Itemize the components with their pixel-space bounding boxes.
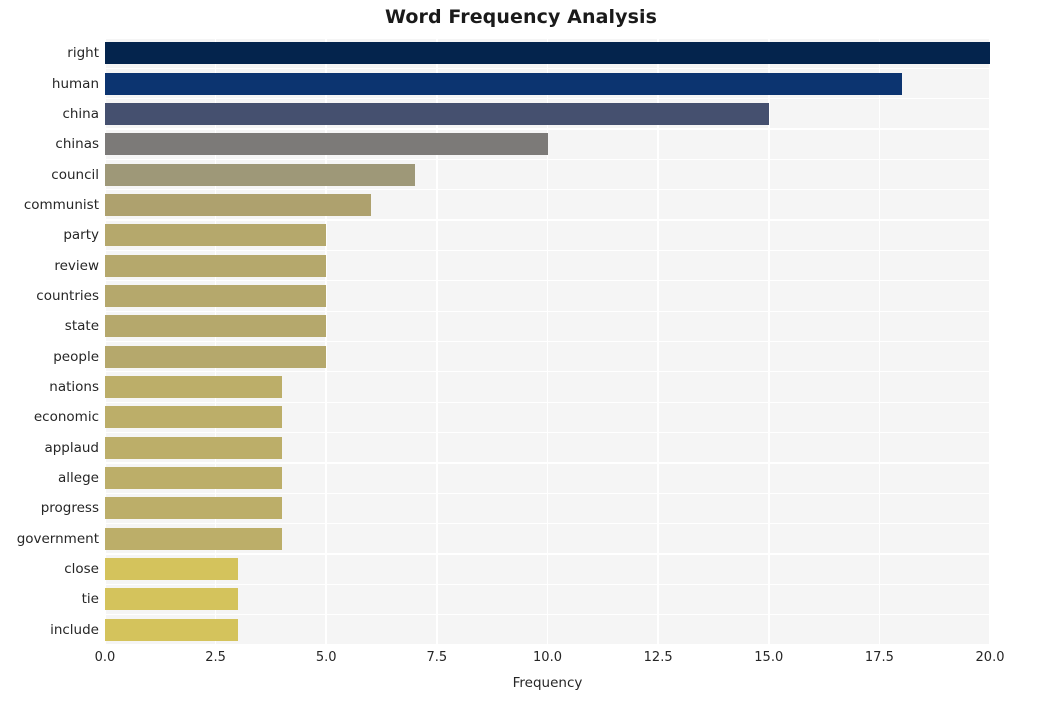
x-tick-label: 2.5	[205, 650, 226, 665]
y-gridline	[105, 249, 990, 252]
y-axis-tick-labels: right human china chinas council communist par…	[0, 38, 99, 645]
bar	[105, 345, 327, 368]
y-tick-label: economic	[33, 409, 99, 426]
y-gridline	[105, 158, 990, 161]
y-tick-label: people	[53, 348, 99, 365]
y-tick-label: party	[63, 227, 99, 244]
y-gridline	[105, 310, 990, 312]
bar	[105, 436, 282, 459]
y-tick-label: close	[64, 561, 99, 578]
bar	[105, 284, 327, 307]
y-tick-label: government	[16, 530, 99, 547]
x-axis-title: Frequency	[512, 675, 583, 691]
y-gridline	[105, 371, 990, 373]
x-axis-tick-labels: 0.0 2.5 5.0 7.5 10.0 12.5 15.0 17.5 20.0	[0, 650, 1042, 672]
y-tick-label: china	[62, 105, 99, 122]
y-gridline	[105, 553, 990, 555]
x-tick-label: 7.5	[426, 650, 448, 665]
y-tick-label: tie	[81, 591, 99, 608]
y-gridline	[105, 522, 990, 525]
y-gridline	[105, 614, 990, 616]
bar	[105, 224, 327, 247]
y-tick-label: allege	[58, 470, 99, 487]
y-gridline	[105, 67, 990, 69]
bar	[105, 102, 769, 125]
y-tick-label: communist	[23, 196, 99, 213]
y-tick-label: progress	[40, 500, 99, 517]
y-tick-label: review	[54, 257, 99, 274]
y-gridline	[105, 583, 990, 585]
x-tick-label: 5.0	[315, 650, 337, 665]
bar	[105, 467, 282, 490]
y-tick-label: nations	[49, 379, 99, 396]
bar	[105, 558, 238, 581]
y-tick-label: human	[51, 75, 99, 92]
y-gridline	[105, 280, 990, 282]
bar	[105, 315, 327, 338]
y-gridline	[105, 431, 990, 434]
chart-figure: Word Frequency Analysis right human china c…	[0, 0, 1042, 701]
y-gridline	[105, 401, 990, 403]
bar	[105, 72, 902, 95]
y-gridline	[105, 219, 990, 221]
x-tick-label: 10.0	[533, 650, 562, 665]
bar	[105, 376, 282, 399]
y-tick-label: applaud	[44, 439, 99, 456]
y-gridline	[105, 189, 990, 191]
bar	[105, 193, 371, 216]
bar	[105, 527, 282, 550]
y-tick-label: right	[67, 45, 99, 62]
bar	[105, 133, 548, 156]
y-gridline	[105, 462, 990, 464]
chart-title: Word Frequency Analysis	[384, 6, 658, 28]
x-tick-label: 12.5	[643, 650, 673, 665]
y-gridline	[105, 492, 990, 494]
bar	[105, 42, 990, 65]
x-tick-label: 20.0	[975, 650, 1005, 665]
bar	[105, 254, 327, 277]
plot-area	[104, 37, 991, 646]
y-gridline	[105, 128, 990, 130]
x-tick-label: 0.0	[94, 650, 116, 665]
bar	[105, 497, 282, 520]
y-gridline	[105, 98, 990, 100]
bar	[105, 406, 282, 429]
y-tick-label: include	[50, 621, 99, 638]
bar	[105, 618, 238, 641]
y-tick-label: council	[51, 166, 99, 183]
bar	[105, 163, 415, 186]
x-tick-label: 17.5	[864, 650, 894, 665]
y-tick-label: chinas	[55, 136, 99, 153]
y-gridline	[105, 37, 990, 39]
y-tick-label: countries	[36, 287, 99, 304]
y-tick-label: state	[64, 318, 99, 335]
y-gridline	[105, 340, 990, 343]
y-gridline	[105, 644, 990, 646]
x-tick-label: 15.0	[754, 650, 784, 665]
bar	[105, 588, 238, 611]
